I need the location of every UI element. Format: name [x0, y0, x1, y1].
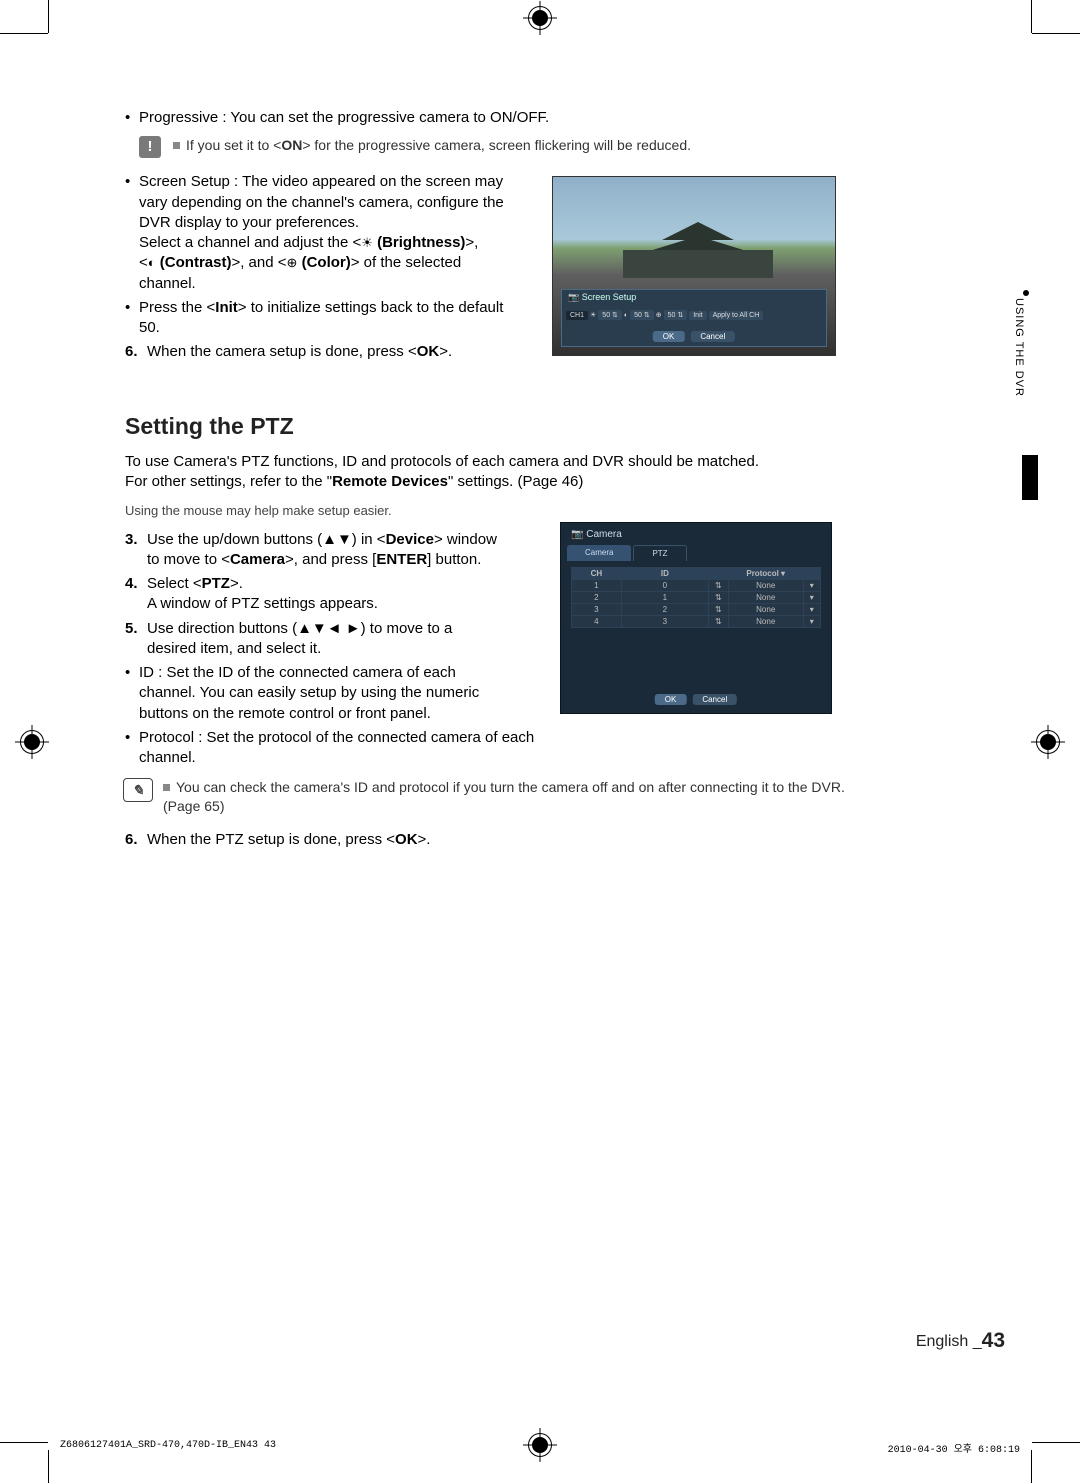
crop-mark	[0, 33, 48, 34]
bullet-screen-setup: • Screen Setup : The video appeared on t…	[125, 172, 505, 294]
registration-mark-left	[20, 730, 44, 754]
color-value[interactable]: 50 ⇅	[664, 310, 688, 320]
table-row: 32⇅None▾	[572, 604, 821, 616]
table-row: 21⇅None▾	[572, 592, 821, 604]
ok-button[interactable]: OK	[655, 694, 687, 705]
print-footer: Z6806127401A_SRD-470,470D-IB_EN43 43 201…	[60, 1440, 1020, 1456]
crop-mark	[0, 1442, 48, 1443]
col-id: ID	[621, 568, 708, 580]
background-building-illustration	[583, 222, 805, 277]
screenshot-screen-setup: 📷 Screen Setup CH1 ☀50 ⇅ ◐50 ⇅ ⊕50 ⇅ Ini…	[552, 176, 836, 356]
contrast-icon: ◐	[624, 312, 628, 319]
tab-ptz[interactable]: PTZ	[633, 545, 686, 561]
table-row: 10⇅None▾	[572, 580, 821, 592]
warning-text: If you set it to <ON> for the progressiv…	[173, 136, 845, 155]
ptz-intro: To use Camera's PTZ functions, ID and pr…	[125, 452, 845, 493]
registration-mark-right	[1036, 730, 1060, 754]
channel-chip[interactable]: CH1	[566, 311, 588, 320]
page-number: 43	[982, 1329, 1005, 1352]
brightness-icon	[361, 234, 373, 251]
table-row: 43⇅None▾	[572, 616, 821, 628]
crop-mark	[1032, 33, 1080, 34]
heading-ptz: Setting the PTZ	[125, 411, 845, 442]
screen-setup-panel: 📷 Screen Setup CH1 ☀50 ⇅ ◐50 ⇅ ⊕50 ⇅ Ini…	[561, 289, 827, 347]
step-text: Select <PTZ>.A window of PTZ settings ap…	[147, 574, 505, 615]
step-4: 4. Select <PTZ>.A window of PTZ settings…	[125, 574, 505, 615]
mouse-tip: Using the mouse may help make setup easi…	[125, 502, 845, 520]
bullet-text: Press the <Init> to initialize settings …	[139, 298, 505, 339]
brightness-icon: ☀	[590, 311, 596, 319]
step-text: Use the up/down buttons (▲▼) in <Device>…	[147, 530, 505, 571]
step-text: When the camera setup is done, press <OK…	[147, 342, 505, 362]
warning-note: ! If you set it to <ON> for the progress…	[125, 136, 845, 158]
col-protocol[interactable]: Protocol ▾	[728, 568, 803, 580]
timestamp: 2010-04-30 오후 6:08:19	[888, 1440, 1020, 1456]
contrast-icon	[148, 254, 156, 271]
color-icon: ⊕	[656, 311, 662, 319]
contrast-value[interactable]: 50 ⇅	[630, 310, 654, 320]
page-footer: English _43	[916, 1329, 1005, 1353]
section-tab: USING THE DVR	[1013, 290, 1035, 600]
crop-mark	[1032, 1442, 1080, 1443]
section-tab-label: USING THE DVR	[1013, 298, 1025, 397]
note-icon: ✎	[123, 778, 153, 802]
bullet-protocol: • Protocol : Set the protocol of the con…	[125, 728, 545, 769]
screenshot-camera-ptz: 📷 Camera Camera PTZ CH ID Protocol ▾ 10⇅…	[560, 522, 832, 714]
cancel-button[interactable]: Cancel	[692, 694, 737, 705]
init-button[interactable]: Init	[689, 311, 706, 320]
col-ch: CH	[572, 568, 622, 580]
bullet-text: ID : Set the ID of the connected camera …	[139, 663, 505, 724]
bullet-init: • Press the <Init> to initialize setting…	[125, 298, 505, 339]
step-3: 3. Use the up/down buttons (▲▼) in <Devi…	[125, 530, 505, 571]
file-stamp: Z6806127401A_SRD-470,470D-IB_EN43 43	[60, 1440, 276, 1456]
step-6-ptz: 6. When the PTZ setup is done, press <OK…	[125, 830, 845, 850]
crop-mark	[48, 1450, 49, 1483]
note-text: You can check the camera's ID and protoc…	[163, 778, 845, 816]
panel-title: 📷 Screen Setup	[568, 292, 636, 303]
ok-button[interactable]: OK	[653, 331, 685, 342]
crop-mark	[48, 0, 49, 33]
step-5: 5. Use direction buttons (▲▼◄ ►) to move…	[125, 619, 505, 660]
tab-camera[interactable]: Camera	[567, 545, 631, 561]
bullet-text: Screen Setup : The video appeared on the…	[139, 172, 505, 294]
warning-icon: !	[139, 136, 161, 158]
color-icon	[287, 254, 298, 271]
cancel-button[interactable]: Cancel	[690, 331, 735, 342]
bullet-id: • ID : Set the ID of the connected camer…	[125, 663, 505, 724]
ptz-table: CH ID Protocol ▾ 10⇅None▾ 21⇅None▾ 32⇅No…	[571, 567, 821, 628]
step-text: Use direction buttons (▲▼◄ ►) to move to…	[147, 619, 505, 660]
crop-mark	[1031, 0, 1032, 33]
bullet-text: Protocol : Set the protocol of the conne…	[139, 728, 545, 769]
step-text: When the PTZ setup is done, press <OK>.	[147, 830, 845, 850]
bullet-text: Progressive : You can set the progressiv…	[139, 108, 845, 128]
crop-mark	[1031, 1450, 1032, 1483]
bullet-progressive: • Progressive : You can set the progress…	[125, 108, 845, 128]
step-6-camera: 6. When the camera setup is done, press …	[125, 342, 505, 362]
registration-mark-top	[528, 6, 552, 30]
panel-title: 📷 Camera	[571, 529, 622, 540]
square-bullet-icon	[163, 784, 170, 791]
square-bullet-icon	[173, 142, 180, 149]
info-note: ✎ You can check the camera's ID and prot…	[125, 778, 845, 816]
brightness-value[interactable]: 50 ⇅	[598, 310, 622, 320]
apply-all-button[interactable]: Apply to All CH	[709, 311, 764, 320]
